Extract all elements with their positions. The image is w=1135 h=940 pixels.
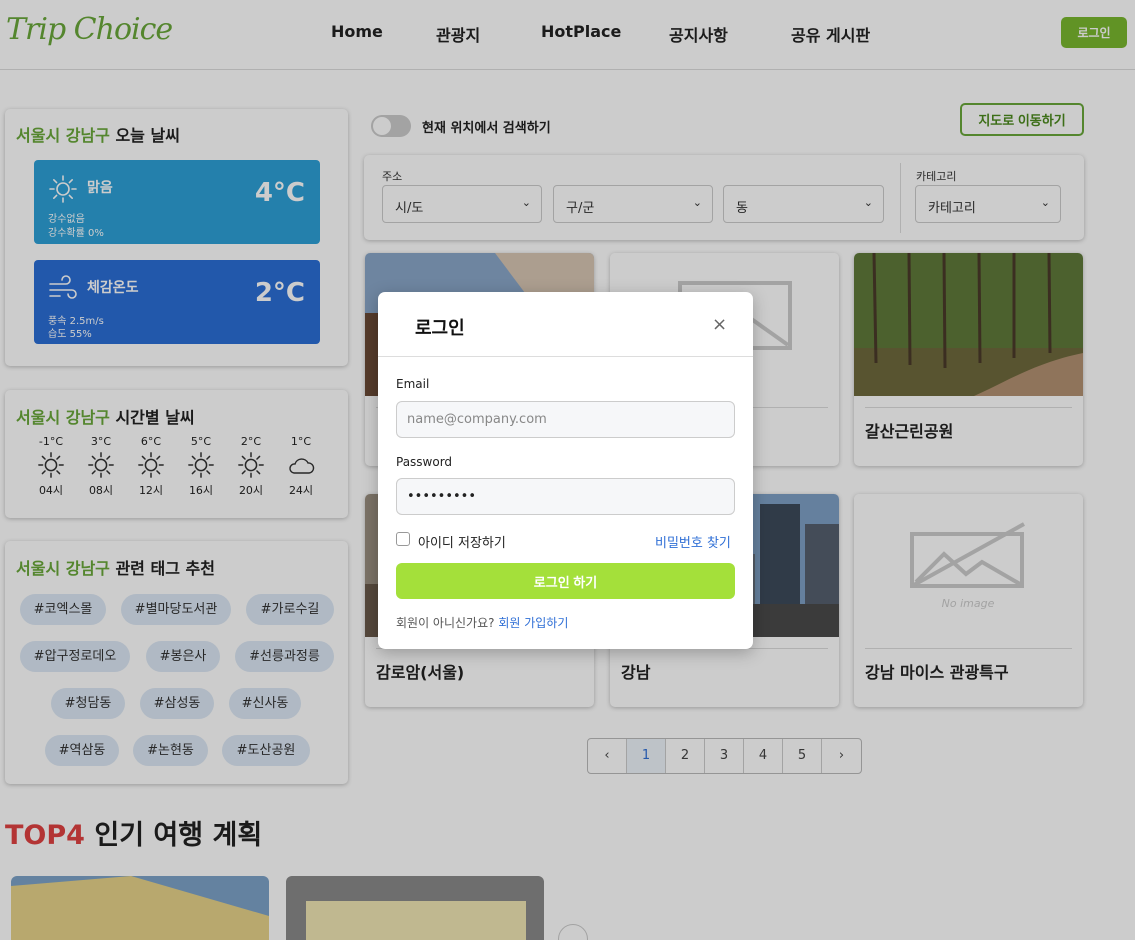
- find-password-link[interactable]: 비밀번호 찾기: [655, 532, 731, 551]
- login-modal: 로그인 × Email Password 아이디 저장하기 비밀번호 찾기 로그…: [378, 292, 753, 649]
- modal-divider: [378, 356, 753, 357]
- signup-link[interactable]: 회원 가입하기: [498, 616, 568, 630]
- signup-prompt: 회원이 아니신가요? 회원 가입하기: [396, 616, 569, 630]
- modal-title: 로그인: [415, 318, 465, 339]
- remember-id-label[interactable]: 아이디 저장하기: [418, 532, 506, 551]
- email-label: Email: [396, 377, 430, 391]
- email-field[interactable]: [396, 401, 735, 438]
- password-field[interactable]: [396, 478, 735, 515]
- login-submit-button[interactable]: 로그인 하기: [396, 563, 735, 599]
- remember-id-checkbox[interactable]: [396, 532, 410, 546]
- close-icon[interactable]: ×: [712, 314, 727, 335]
- password-label: Password: [396, 455, 453, 469]
